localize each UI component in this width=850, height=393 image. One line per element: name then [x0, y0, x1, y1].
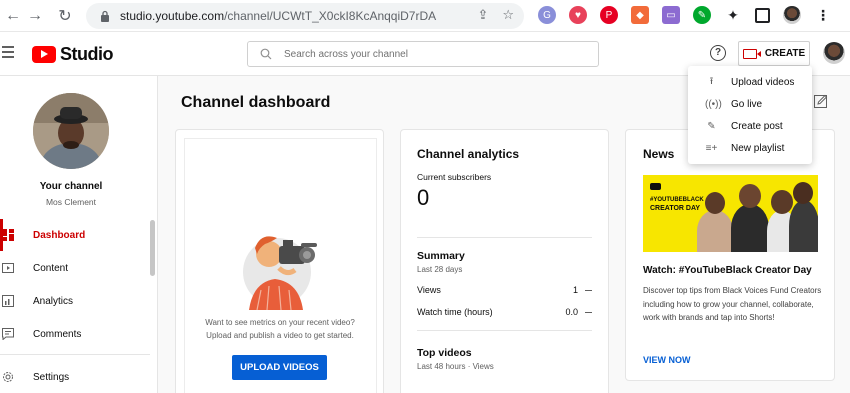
extension-orange-icon[interactable]: ◆ — [631, 6, 649, 24]
forward-icon[interactable]: → — [22, 3, 48, 29]
extensions-puzzle-icon[interactable]: ✦ — [724, 6, 742, 24]
url-path: /channel/UCWtT_X0ckI8KcAnqqiD7rDA — [224, 9, 437, 23]
url-host: studio.youtube.com — [120, 9, 225, 23]
search-icon — [260, 48, 272, 60]
divider — [417, 237, 592, 238]
create-menu: ⭱ Upload videos ((•)) Go live ✎ Create p… — [688, 66, 812, 164]
sidebar: Your channel Mos Clement Dashboard Conte… — [0, 76, 158, 393]
live-icon: ((•)) — [705, 98, 722, 110]
sidebar-item-label: Analytics — [33, 295, 74, 307]
page-title: Channel dashboard — [181, 94, 331, 111]
views-value: 1 — [572, 285, 578, 295]
menu-item-label: Upload videos — [731, 76, 795, 88]
upload-prompt: Want to see metrics on your recent video… — [205, 318, 355, 340]
evernote-icon[interactable]: ✎ — [693, 6, 711, 24]
your-channel-label: Your channel — [39, 181, 103, 192]
bookmark-star-icon[interactable]: ☆ — [502, 7, 514, 23]
divider — [417, 330, 592, 331]
studio-logo[interactable]: Studio — [32, 44, 114, 65]
lock-icon — [101, 10, 109, 22]
watch-time-value: 0.0 — [565, 307, 578, 317]
menu-item-new-playlist[interactable]: ≡+ New playlist — [688, 137, 812, 159]
extension-g-icon[interactable]: G — [538, 6, 556, 24]
analytics-title: Channel analytics — [417, 147, 520, 161]
sidebar-scrollbar[interactable] — [150, 220, 155, 276]
playlist-icon: ≡+ — [705, 142, 718, 154]
search-placeholder: Search across your channel — [284, 48, 408, 60]
sidebar-item-analytics[interactable]: Analytics — [0, 285, 150, 317]
news-image[interactable]: #YOUTUBEBLACK CREATOR DAY — [643, 175, 818, 252]
create-label: CREATE — [764, 48, 806, 59]
views-label: Views — [417, 285, 441, 295]
news-card — [625, 129, 835, 381]
menu-item-label: New playlist — [731, 142, 785, 154]
upload-illustration — [243, 236, 317, 310]
upload-videos-button[interactable]: UPLOAD VIDEOS — [232, 355, 327, 380]
menu-item-create-post[interactable]: ✎ Create post — [688, 115, 812, 137]
news-title: News — [643, 147, 675, 161]
create-button[interactable]: CREATE — [738, 41, 810, 66]
logo-text: Studio — [60, 44, 114, 64]
news-image-tag: #YOUTUBEBLACK — [650, 197, 704, 203]
dashboard-icon — [2, 229, 14, 241]
share-icon[interactable]: ⇪ — [477, 7, 488, 23]
address-bar[interactable]: studio.youtube.com/channel/UCWtT_X0ckI8K… — [86, 3, 524, 29]
sidebar-item-label: Settings — [33, 371, 70, 383]
channel-name: Mos Clement — [45, 197, 97, 207]
pinterest-icon[interactable]: P — [600, 6, 618, 24]
views-trend-dash — [585, 290, 592, 291]
news-headline[interactable]: Watch: #YouTubeBlack Creator Day — [643, 265, 812, 276]
menu-item-label: Go live — [731, 98, 763, 110]
help-icon[interactable]: ? — [710, 45, 726, 61]
watch-time-label: Watch time (hours) — [417, 307, 493, 317]
comments-icon — [2, 328, 14, 340]
top-videos-title: Top videos — [417, 347, 472, 359]
upload-icon: ⭱ — [709, 75, 714, 87]
account-avatar[interactable] — [823, 42, 845, 64]
youtube-logo-icon — [650, 183, 661, 190]
sidebar-item-comments[interactable]: Comments — [0, 318, 150, 350]
profile-avatar-icon[interactable] — [783, 6, 801, 24]
subscribers-count: 0 — [417, 185, 430, 210]
sidebar-item-content[interactable]: Content — [0, 252, 150, 284]
youtube-logo-icon — [32, 46, 56, 63]
browser-toolbar: ← → ↻ studio.youtube.com/channel/UCWtT_X… — [0, 0, 850, 32]
watch-time-trend-dash — [585, 312, 592, 313]
sidebar-item-label: Dashboard — [33, 229, 86, 241]
pocket-icon[interactable]: ♥ — [569, 6, 587, 24]
hamburger-menu-icon[interactable] — [2, 46, 14, 61]
view-now-link[interactable]: VIEW NOW — [643, 355, 691, 365]
news-body: Discover top tips from Black Voices Fund… — [643, 286, 822, 322]
sidebar-item-label: Comments — [33, 328, 82, 340]
menu-item-label: Create post — [731, 120, 783, 132]
summary-period: Last 28 days — [417, 265, 463, 274]
browser-menu-icon[interactable]: ⋮ — [814, 6, 832, 24]
sidebar-item-label: Content — [33, 262, 69, 274]
search-input[interactable]: Search across your channel — [247, 41, 599, 67]
post-icon: ✎ — [707, 120, 716, 132]
sidebar-divider — [0, 354, 150, 355]
analytics-icon — [2, 295, 14, 307]
sidebar-item-settings[interactable]: Settings — [0, 361, 150, 393]
channel-avatar[interactable] — [33, 93, 109, 169]
subscribers-label: Current subscribers — [417, 172, 492, 182]
extension-purple-icon[interactable]: ▭ — [662, 6, 680, 24]
settings-icon — [3, 372, 13, 382]
news-image-tag: CREATOR DAY — [650, 205, 701, 212]
reload-icon[interactable]: ↻ — [52, 3, 78, 29]
menu-item-upload-videos[interactable]: ⭱ Upload videos — [688, 71, 812, 93]
sidebar-item-dashboard[interactable]: Dashboard — [0, 219, 150, 251]
summary-title: Summary — [417, 250, 465, 262]
side-panel-icon[interactable] — [755, 7, 770, 23]
content-icon — [2, 263, 14, 273]
menu-item-go-live[interactable]: ((•)) Go live — [688, 93, 812, 115]
edit-icon[interactable] — [814, 94, 828, 108]
create-camera-icon — [742, 48, 761, 59]
top-videos-period: Last 48 hours · Views — [417, 362, 494, 371]
